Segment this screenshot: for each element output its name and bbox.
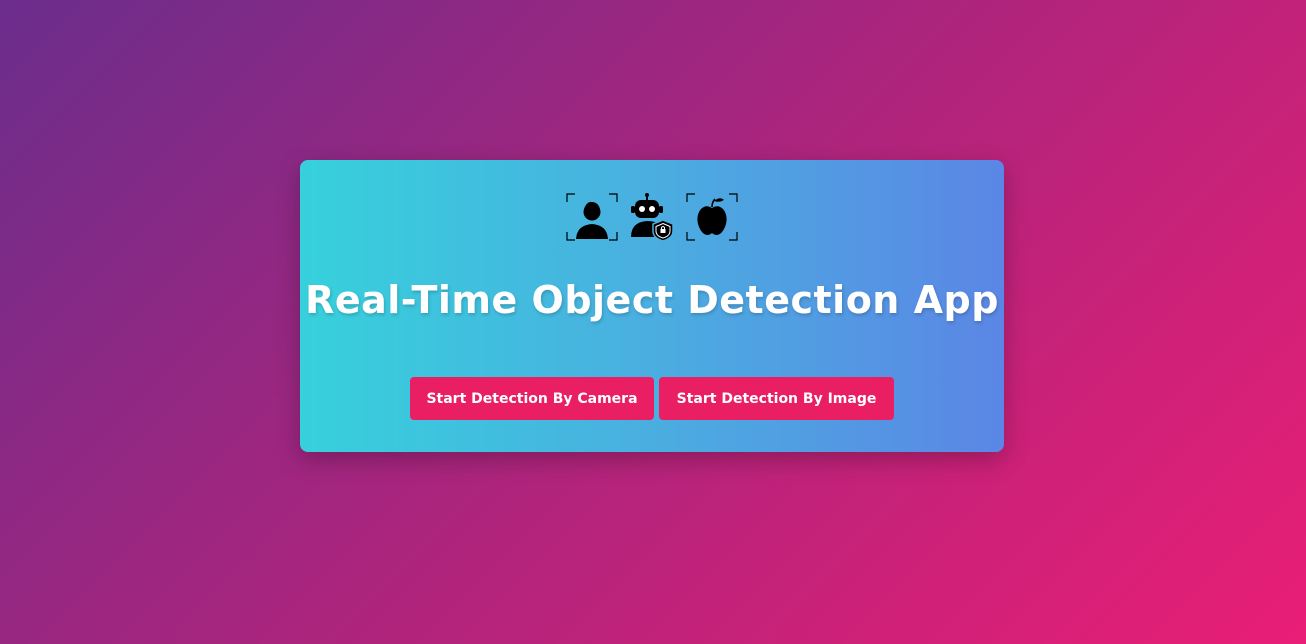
main-card: Real-Time Object Detection App Start Det… — [300, 160, 1004, 452]
robot-shield-icon — [631, 193, 674, 242]
button-row: Start Detection By Camera Start Detectio… — [300, 377, 1004, 420]
face-scan-icon — [566, 193, 618, 241]
start-camera-detection-button[interactable]: Start Detection By Camera — [410, 377, 654, 420]
apple-scan-icon — [686, 193, 738, 241]
start-image-detection-button[interactable]: Start Detection By Image — [659, 377, 894, 420]
app-title: Real-Time Object Detection App — [305, 278, 999, 322]
icon-row — [300, 192, 1004, 242]
